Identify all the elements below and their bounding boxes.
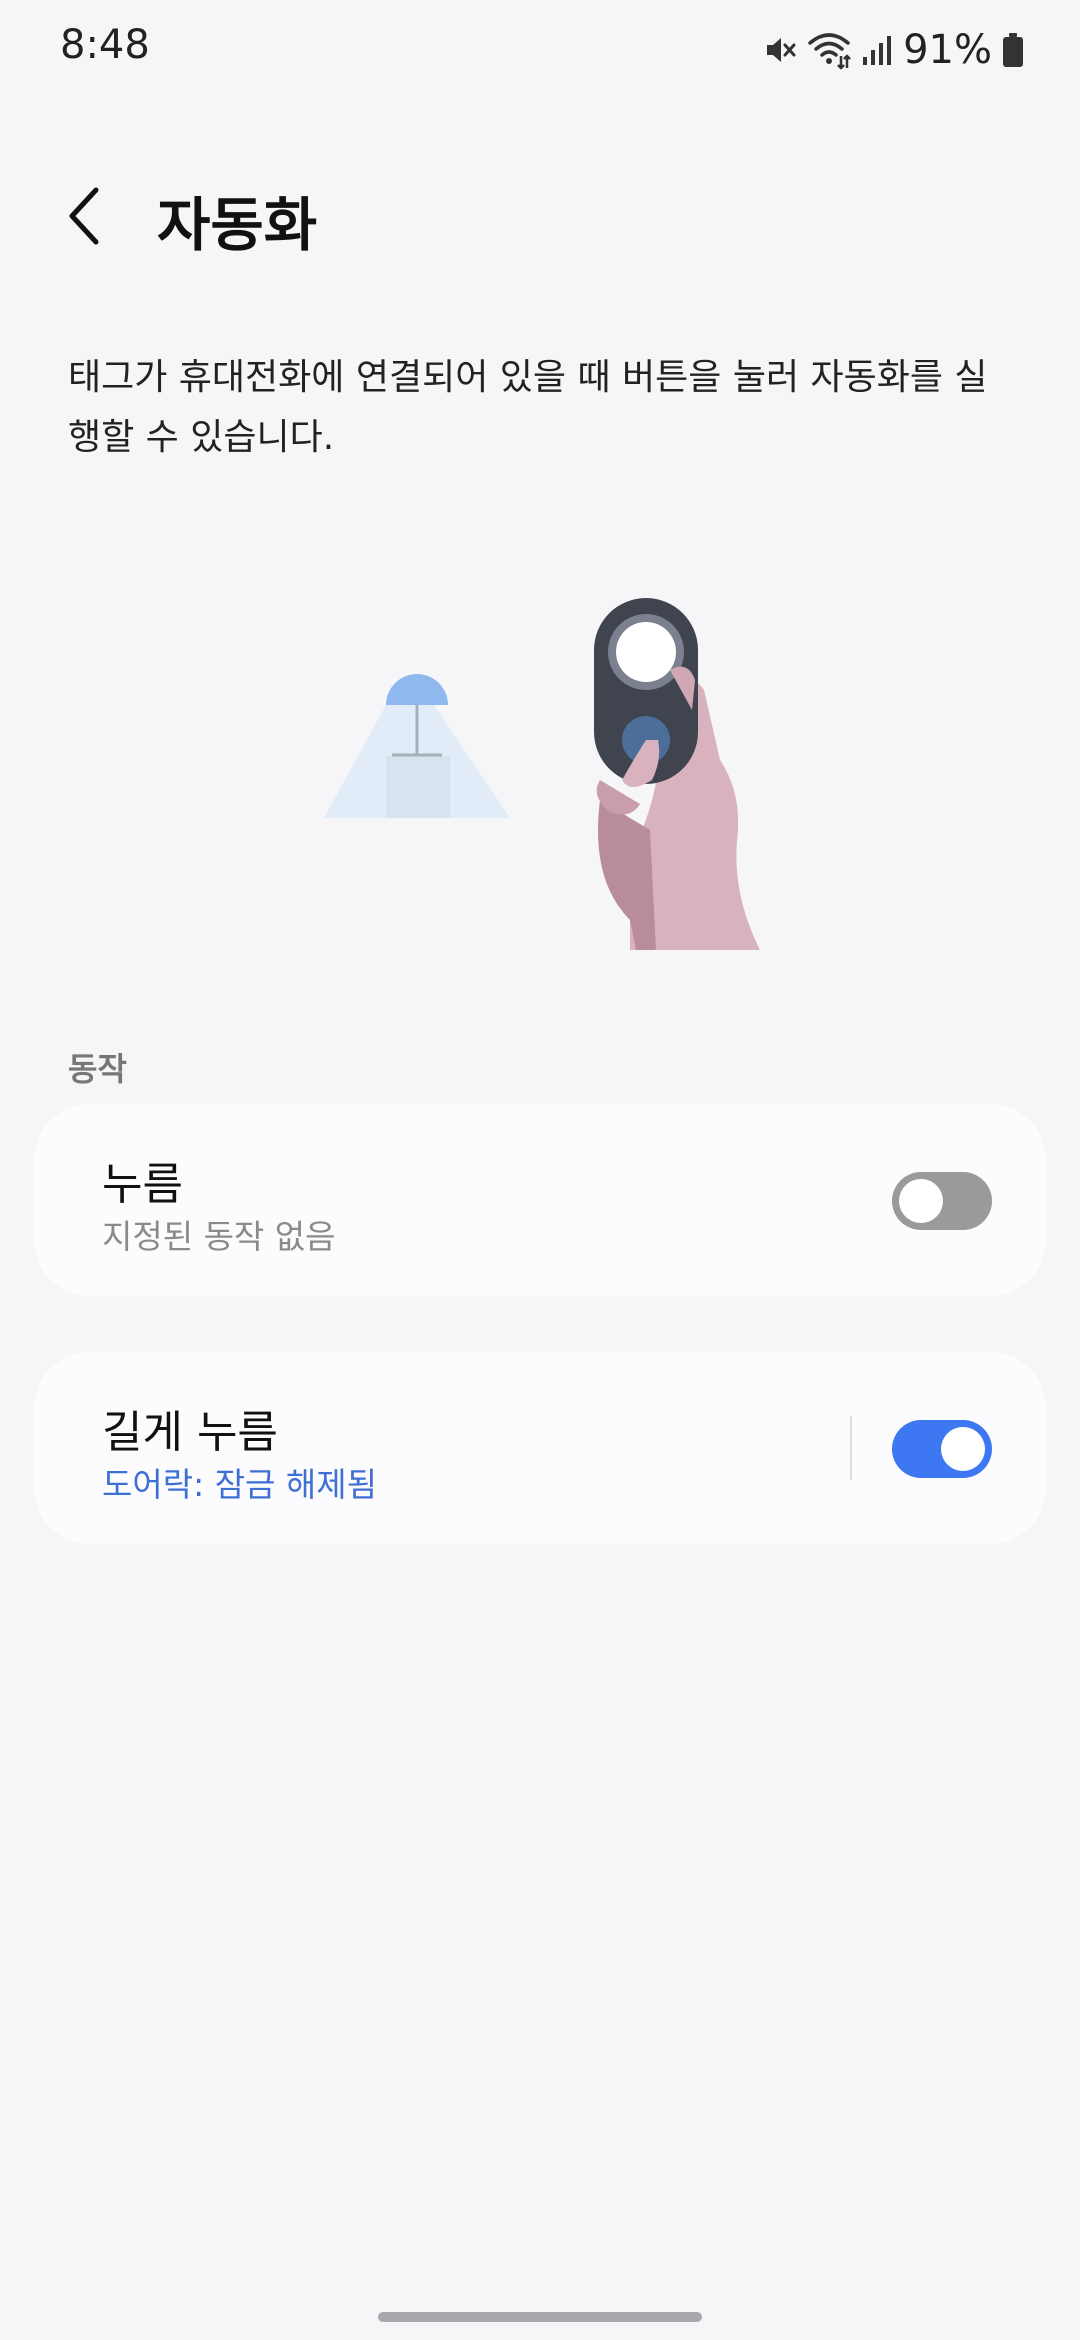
signal-icon — [861, 33, 892, 67]
back-button[interactable] — [56, 178, 120, 254]
status-bar: 8:48 91% — [0, 0, 1080, 100]
chevron-left-icon — [69, 187, 99, 245]
press-action-toggle[interactable] — [892, 1172, 992, 1230]
home-indicator[interactable] — [378, 2312, 702, 2322]
battery-icon — [1002, 32, 1024, 68]
toggle-knob — [941, 1427, 985, 1471]
wifi-icon — [807, 30, 851, 70]
hand-with-tag-illustration — [594, 598, 760, 950]
section-label: 동작 — [68, 1050, 127, 1088]
screen: 8:48 91% 자동화 태그가 휴대전화에 연결되어 있을 때 버튼을 눌러 … — [0, 0, 1080, 2340]
press-action-title: 누름 — [102, 1159, 183, 1210]
vertical-divider — [850, 1416, 852, 1480]
toggle-knob — [899, 1179, 943, 1223]
automation-illustration — [300, 590, 780, 950]
status-time: 8:48 — [60, 22, 150, 68]
lamp-illustration — [324, 674, 510, 818]
status-icons: 91% — [763, 26, 1024, 74]
press-action-card[interactable]: 누름 지정된 동작 없음 — [34, 1104, 1046, 1296]
page-title: 자동화 — [157, 191, 318, 259]
long-press-action-title: 길게 누름 — [102, 1407, 278, 1458]
long-press-action-subtitle: 도어락: 잠금 해제됨 — [102, 1465, 377, 1504]
long-press-action-toggle[interactable] — [892, 1420, 992, 1478]
mute-icon — [763, 33, 797, 67]
battery-percent: 91% — [903, 27, 992, 73]
long-press-action-card[interactable]: 길게 누름 도어락: 잠금 해제됨 — [34, 1352, 1046, 1544]
description-text: 태그가 휴대전화에 연결되어 있을 때 버튼을 눌러 자동화를 실행할 수 있습… — [68, 357, 988, 458]
press-action-subtitle: 지정된 동작 없음 — [102, 1217, 336, 1256]
